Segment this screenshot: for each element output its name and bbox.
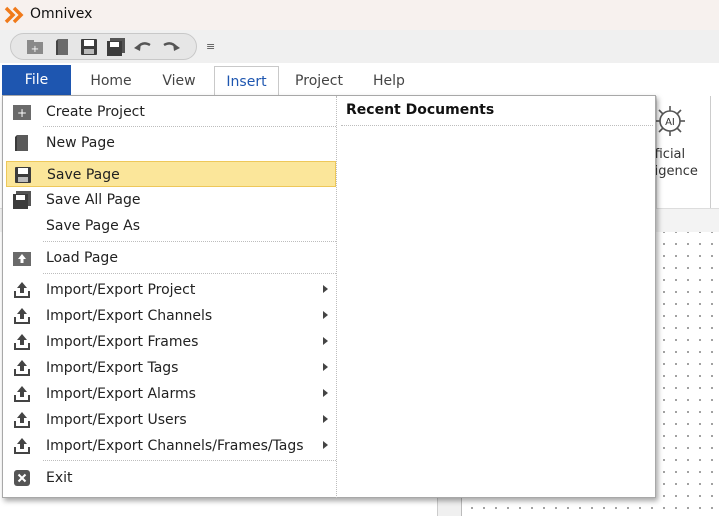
quick-access-toolbar: + (10, 33, 197, 60)
menu-item-exit[interactable]: Exit (6, 465, 336, 491)
menu-item-label: Import/Export Alarms (46, 386, 196, 402)
tab-insert[interactable]: Insert (214, 66, 279, 96)
menu-item-save-page[interactable]: Save Page (6, 161, 336, 187)
submenu-arrow-icon (323, 337, 328, 345)
tab-file[interactable]: File (2, 65, 71, 96)
submenu-arrow-icon (323, 389, 328, 397)
recent-documents-divider (341, 125, 653, 126)
menu-item-label: Load Page (46, 250, 118, 266)
menu-item-import-export-project[interactable]: Import/Export Project (6, 277, 336, 303)
new-page-icon[interactable] (53, 38, 73, 56)
save-icon (13, 166, 33, 184)
menu-separator (43, 126, 336, 127)
menu-item-save-page-as[interactable]: Save Page As (6, 213, 336, 239)
tab-help[interactable]: Help (358, 66, 420, 96)
menu-item-save-all-page[interactable]: Save All Page (6, 187, 336, 213)
artificial-intelligence-button[interactable]: AI ificial ligence (651, 96, 711, 208)
upload-icon (12, 281, 32, 299)
menu-separator (43, 460, 336, 461)
upload-icon (12, 333, 32, 351)
menu-item-label: Exit (46, 470, 73, 486)
menu-item-label: Import/Export Tags (46, 360, 179, 376)
new-project-icon[interactable]: + (25, 38, 45, 56)
submenu-arrow-icon (323, 415, 328, 423)
undo-icon[interactable] (133, 38, 153, 56)
menu-item-create-project[interactable]: + Create Project (6, 99, 336, 125)
upload-icon (12, 411, 32, 429)
menu-separator (43, 241, 336, 242)
submenu-arrow-icon (323, 285, 328, 293)
load-page-icon (12, 249, 32, 267)
menu-column-divider (336, 96, 337, 498)
tab-view[interactable]: View (150, 66, 208, 96)
save-icon[interactable] (79, 38, 99, 56)
new-page-icon (12, 134, 32, 152)
file-menu: + Create Project New Page Save Page Save All… (2, 95, 656, 498)
exit-icon (12, 469, 32, 487)
menu-item-import-export-alarms[interactable]: Import/Export Alarms (6, 381, 336, 407)
ai-chip-text: AI (665, 117, 675, 128)
submenu-arrow-icon (323, 441, 328, 449)
tab-project[interactable]: Project (287, 66, 351, 96)
recent-documents-heading: Recent Documents (346, 102, 495, 118)
tab-home[interactable]: Home (80, 66, 142, 96)
customize-icon[interactable]: ≡ (206, 40, 215, 53)
menu-item-import-export-users[interactable]: Import/Export Users (6, 407, 336, 433)
menu-item-label: Save Page As (46, 218, 141, 234)
menu-item-label: Save Page (47, 167, 120, 183)
menu-item-label: Import/Export Frames (46, 334, 199, 350)
submenu-arrow-icon (323, 363, 328, 371)
menu-item-import-export-frames[interactable]: Import/Export Frames (6, 329, 336, 355)
menu-item-label: Import/Export Channels/Frames/Tags (46, 438, 304, 454)
menu-item-new-page[interactable]: New Page (6, 130, 336, 156)
menu-item-import-export-tags[interactable]: Import/Export Tags (6, 355, 336, 381)
menu-item-label: Import/Export Users (46, 412, 187, 428)
menu-separator (43, 273, 336, 274)
menu-item-label: Import/Export Channels (46, 308, 213, 324)
redo-icon[interactable] (161, 38, 181, 56)
quick-access-toolbar-row: + ≡ (0, 30, 719, 63)
upload-icon (12, 437, 32, 455)
svg-text:+: + (17, 106, 27, 120)
upload-icon (12, 307, 32, 325)
ai-button-label: ificial ligence (651, 147, 698, 179)
menu-item-label: Create Project (46, 104, 145, 120)
app-title: Omnivex (30, 6, 93, 22)
ai-chip-icon: AI (653, 104, 687, 142)
menu-item-import-export-channels[interactable]: Import/Export Channels (6, 303, 336, 329)
save-all-icon (12, 191, 32, 209)
menu-item-import-export-channels-frames-tags[interactable]: Import/Export Channels/Frames/Tags (6, 433, 336, 459)
menu-item-label: Save All Page (46, 192, 141, 208)
title-bar: Omnivex (0, 0, 719, 30)
menu-item-label: Import/Export Project (46, 282, 196, 298)
create-project-icon: + (12, 103, 32, 121)
ribbon-tabs: File Home View Insert Project Help (0, 63, 719, 96)
menu-item-load-page[interactable]: Load Page (6, 245, 336, 271)
submenu-arrow-icon (323, 311, 328, 319)
upload-icon (12, 385, 32, 403)
app-logo-icon (4, 6, 26, 28)
upload-icon (12, 359, 32, 377)
menu-item-label: New Page (46, 135, 115, 151)
save-all-icon[interactable] (106, 38, 126, 56)
svg-text:+: + (31, 44, 39, 55)
